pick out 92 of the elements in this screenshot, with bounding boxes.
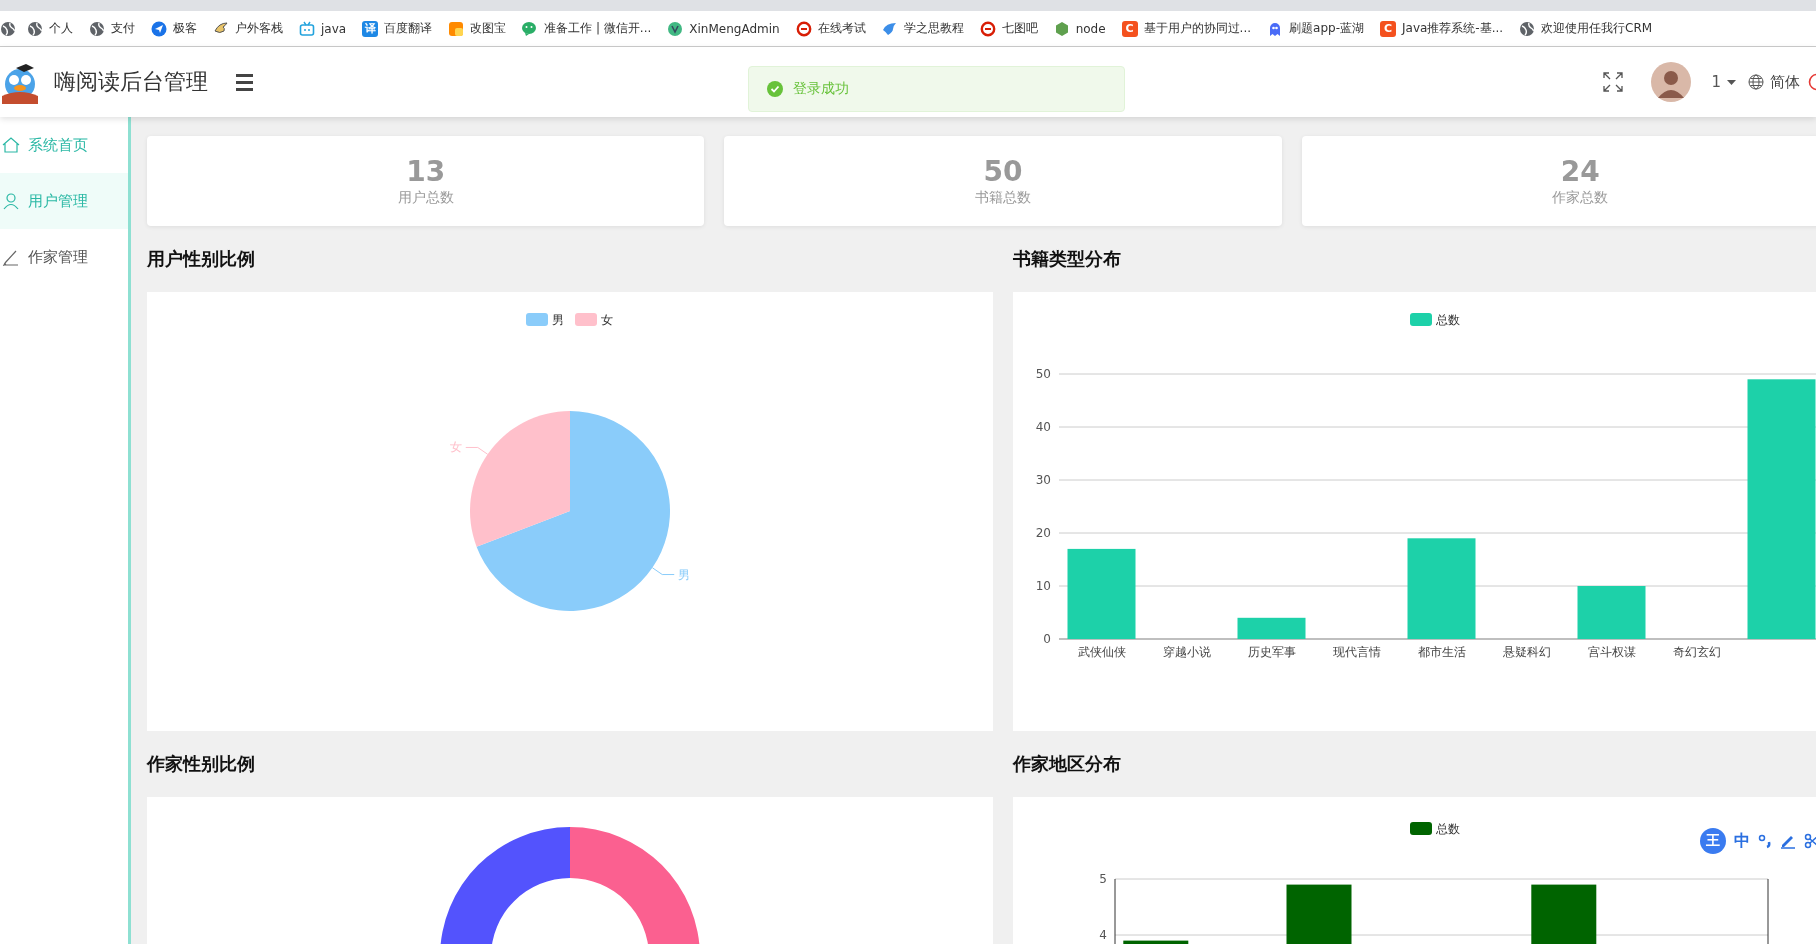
stat-value: 50 [983, 155, 1023, 189]
bar [1286, 884, 1352, 944]
tv-icon [299, 20, 315, 37]
bookmark[interactable]: 支付 [81, 20, 143, 37]
axis-category-label: 穿越小说 [1162, 645, 1211, 659]
bookmark[interactable]: 七图吧 [971, 20, 1046, 37]
slice-label: 女 [449, 440, 462, 455]
axis-category-label: 现代言情 [1332, 645, 1381, 659]
bookmark[interactable]: 在线考试 [787, 20, 874, 37]
globe-icon [89, 20, 105, 37]
bar [1123, 940, 1189, 944]
axis-tick-label: 20 [1035, 526, 1051, 540]
bookmark[interactable]: 译 百度翻译 [354, 20, 441, 37]
bookmark[interactable]: 极客 [143, 20, 205, 37]
ime-mode-toggle[interactable]: 中 [1734, 830, 1750, 852]
leader-line [465, 446, 489, 455]
pen-icon [2, 248, 20, 266]
axis-tick-label: 4 [1099, 928, 1107, 942]
stat-value: 24 [1560, 155, 1600, 189]
ring-icon [1808, 73, 1816, 91]
stat-label: 用户总数 [397, 189, 454, 207]
axis-tick-label: 30 [1035, 473, 1051, 487]
app-title: 嗨阅读后台管理 [54, 68, 208, 96]
section-title: 作家性别比例 [147, 752, 256, 776]
section-title: 用户性别比例 [147, 247, 256, 271]
legend-item[interactable]: 总数 [1410, 822, 1460, 836]
axis-category-label: 悬疑科幻 [1502, 645, 1551, 659]
legend-label: 总数 [1435, 313, 1460, 327]
paper-plane-icon [151, 20, 167, 37]
globe-icon [1519, 20, 1536, 37]
bookmark[interactable]: 学之思教程 [873, 20, 972, 37]
bird-icon [881, 20, 898, 37]
chat-bubble-icon [522, 20, 539, 37]
square-icon [448, 20, 465, 37]
axis-tick-label: 5 [1099, 872, 1107, 886]
avatar [1651, 62, 1692, 102]
letter-logo-icon: 译 [362, 20, 379, 37]
stat-label: 书籍总数 [975, 189, 1031, 207]
user-menu[interactable]: 1 [1711, 73, 1736, 91]
letter-logo-icon: C [1380, 20, 1396, 37]
ring-icon [979, 20, 996, 37]
axis-category-label: 都市生活 [1417, 645, 1466, 659]
axis-line [1114, 878, 1116, 944]
user-icon [2, 192, 20, 210]
caret-icon [1727, 79, 1736, 85]
letter-logo-icon: C [1121, 20, 1138, 37]
bookmark[interactable]: C Java推荐系统-基... [1372, 20, 1512, 37]
axis-category-label: 奇幻玄幻 [1672, 645, 1721, 659]
bar [1577, 586, 1646, 639]
axis-tick-label: 10 [1035, 579, 1051, 593]
axis-tick-label: 0 [1043, 632, 1051, 646]
leader-line [651, 567, 675, 576]
menu-icon [236, 73, 253, 91]
slice-label: 男 [678, 567, 691, 582]
bookmark[interactable]: java [291, 20, 355, 37]
bookmark[interactable]: 个人 [19, 20, 81, 37]
bookmark[interactable]: 欢迎使用任我行CRM [1511, 20, 1661, 37]
axis-tick-label: 50 [1035, 367, 1051, 381]
legend-label: 总数 [1435, 822, 1460, 836]
legend-item[interactable]: 总数 [1410, 313, 1460, 327]
bookmark[interactable]: 户外客栈 [205, 20, 291, 37]
bookmark[interactable]: XinMengAdmin [659, 20, 788, 37]
globe-icon [1748, 74, 1764, 90]
home-icon [2, 136, 20, 154]
language-menu[interactable]: 简体 [1748, 72, 1800, 92]
ring-icon [795, 20, 812, 37]
axis-line [1767, 878, 1769, 944]
axis-category-label: 武侠仙侠 [1077, 645, 1126, 659]
section-title: 书籍类型分布 [1013, 247, 1122, 271]
axis-tick-label: 40 [1035, 420, 1051, 434]
axis-category-label: 宫斗权谋 [1587, 645, 1636, 659]
bar [1237, 617, 1306, 639]
section-title: 作家地区分布 [1013, 752, 1122, 776]
bookmark[interactable]: C 基于用户的协同过... [1113, 20, 1260, 37]
pen-icon [1780, 833, 1796, 849]
check-icon [767, 81, 783, 97]
success-toast: 登录成功 [748, 66, 1125, 112]
stat-label: 作家总数 [1552, 189, 1609, 207]
sidebar-item[interactable]: 作家管理 [0, 229, 128, 285]
scissors-icon [1804, 833, 1816, 849]
hexagon-icon [1053, 20, 1070, 37]
fullscreen-icon [1603, 72, 1624, 92]
axis-category-label: 历史军事 [1247, 645, 1296, 659]
globe-icon [27, 20, 43, 37]
v-logo-icon [667, 20, 684, 37]
bookmark[interactable]: node [1045, 20, 1114, 37]
bookmark[interactable]: 改图宝 [440, 20, 515, 37]
bar [1531, 884, 1597, 944]
bookmark[interactable]: 刷题app-蓝湖 [1259, 20, 1372, 37]
bookmark[interactable]: 准备工作 | 微信开... [514, 20, 660, 37]
stat-value: 13 [406, 155, 446, 189]
punctuation-icon [1758, 833, 1772, 849]
